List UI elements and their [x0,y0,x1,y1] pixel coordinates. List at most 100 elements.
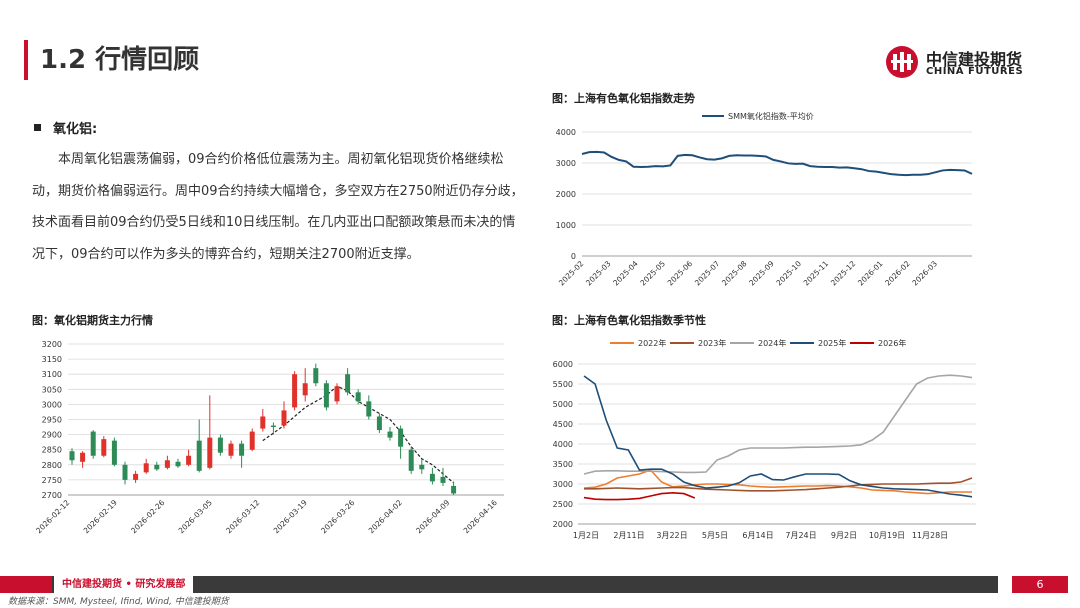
footer-org: 中信建投期货 • 研究发展部 [54,576,194,593]
candle-body [249,431,255,450]
legend-label: 2022年 [638,338,666,348]
candle-body [69,451,75,461]
series-line-2026年 [583,491,696,501]
x-tick-label: 2025-05 [638,259,667,288]
y-tick-label: 2800 [42,461,62,470]
chart-index-trend: 010002000300040002025-022025-032025-0420… [556,111,973,288]
company-logo: 中信建投期货 CHINA FUTURES [884,44,1044,84]
x-tick-label: 2026-03-26 [319,498,356,535]
bullet-square-icon [34,124,41,131]
candle-body [451,485,457,494]
candle-body [281,410,287,426]
legend-label: SMM氧化铝指数-平均价 [728,111,814,121]
chart-futures-candlestick: 2700 2750 2800 2850 2900 2950 3000 3050 3100 3150… [34,340,504,535]
y-tick-label: 3150 [42,355,62,364]
x-tick-label: 10月19日 [869,531,905,540]
x-tick-label: 2026-02-19 [82,498,119,535]
candle-body [207,437,213,468]
page-number: 6 [1012,576,1068,593]
candle-body [239,443,245,456]
y-tick-label: 4000 [553,440,573,449]
x-tick-label: 2025-10 [774,259,803,288]
chart-seasonal-title: 图：上海有色氧化铝指数季节性 [552,314,706,327]
x-tick-label: 6月14日 [742,531,773,540]
y-tick-label: 3000 [556,159,576,168]
candle-body [164,460,170,468]
x-tick-label: 2026-02 [883,259,912,288]
y-tick-label: 0 [571,252,576,261]
x-tick-label: 1月2日 [573,531,599,540]
legend-label: 2025年 [818,338,846,348]
y-tick-label: 4500 [553,420,573,429]
candle-body [429,473,435,482]
candle-body [217,437,223,453]
x-tick-label: 2026-04-09 [414,498,451,535]
y-tick-label: 3050 [42,385,62,394]
y-tick-label: 5000 [553,400,573,409]
series-line-2025年 [583,375,973,498]
legend-label: 2026年 [878,338,906,348]
candle-body [260,416,266,429]
x-tick-label: 2025-03 [584,259,613,288]
x-tick-label: 2月11日 [613,531,644,540]
x-tick-label: 2026-04-16 [462,498,499,535]
y-tick-label: 2750 [42,476,62,485]
candle-body [302,383,308,396]
candle-body [90,431,96,456]
y-tick-label: 3100 [42,370,62,379]
y-tick-label: 2000 [556,190,576,199]
section-heading: 氧化铝: [34,118,97,137]
x-tick-label: 2025-07 [693,259,722,288]
x-tick-label: 11月28日 [912,531,948,540]
x-tick-label: 2026-03-05 [177,498,214,535]
candle-body [345,374,351,393]
y-tick-label: 2000 [553,520,573,529]
legend-label: 2024年 [758,338,786,348]
candle-body [143,463,149,473]
x-tick-label: 5月5日 [702,531,728,540]
candle-body [154,464,160,470]
candle-body [366,401,372,417]
x-tick-label: 2026-03-19 [272,498,309,535]
candle-body [440,476,446,483]
candle-body [419,464,425,470]
x-tick-label: 3月22日 [656,531,687,540]
candle-body [313,368,319,384]
candle-body [323,383,329,408]
chart-seasonal: 2000 2500 3000 3500 4000 4500 5000 5500 6000 2022… [553,338,976,540]
candle-body [408,449,414,471]
candle-body [292,374,298,408]
x-tick-label: 2026-02-26 [129,498,166,535]
x-tick-label: 2026-01 [856,259,885,288]
x-tick-label: 2026-03 [910,259,939,288]
y-tick-label: 2900 [42,431,62,440]
candle-body [228,443,234,456]
x-tick-label: 2025-12 [829,259,858,288]
y-tick-label: 2950 [42,416,62,425]
section-paragraph: 本周氧化铝震荡偏弱，09合约价格低位震荡为主。周初氧化铝现货价格继续松动，期货价… [32,152,524,262]
x-tick-label: 2025-08 [720,259,749,288]
y-tick-label: 3000 [553,480,573,489]
candle-body [355,392,361,402]
x-tick-label: 2025-04 [611,259,640,288]
candle-body [387,431,393,438]
y-tick-label: 2700 [42,491,62,500]
candle-body [133,473,139,480]
y-tick-label: 6000 [553,360,573,369]
candle-body [196,440,202,471]
x-tick-label: 2025-11 [802,259,831,288]
footer-red-block [0,576,52,593]
x-tick-label: 2025-09 [747,259,776,288]
candle-body [101,439,107,456]
candle-body [270,425,276,428]
chart-futures-title: 图：氧化铝期货主力行情 [32,314,153,327]
y-tick-label: 2850 [42,446,62,455]
candle-body [122,464,128,480]
x-tick-label: 2025-06 [666,259,695,288]
x-tick-label: 2026-02-12 [34,498,71,535]
logo-name-en: CHINA FUTURES [926,66,1024,77]
y-tick-label: 5500 [553,380,573,389]
candle-body [186,455,192,465]
footer-source: 数据来源：SMM, Mysteel, Ifind, Wind, 中信建投期货 [8,597,229,607]
y-tick-label: 3000 [42,400,62,409]
